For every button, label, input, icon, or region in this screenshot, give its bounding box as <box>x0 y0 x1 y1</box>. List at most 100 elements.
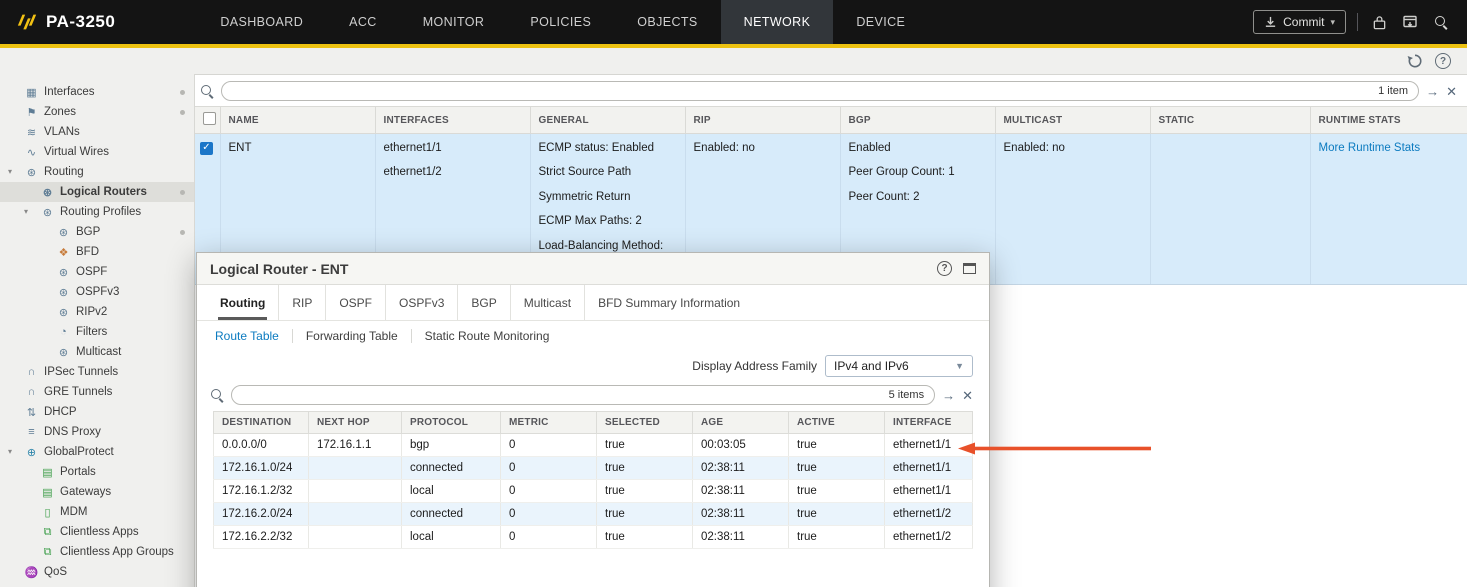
route-column-active[interactable]: ACTIVE <box>789 412 885 434</box>
dialog-tab-bgp[interactable]: BGP <box>457 285 509 320</box>
sidebar-item-label: Portals <box>60 466 96 478</box>
route-row[interactable]: 0.0.0.0/0172.16.1.1bgp0true00:03:05truee… <box>214 434 973 457</box>
column-header-rip[interactable]: RIP <box>685 107 840 134</box>
sidebar-item-virtual-wires[interactable]: ∿Virtual Wires <box>0 142 194 162</box>
column-header-bgp[interactable]: BGP <box>840 107 995 134</box>
dialog-tab-ospf[interactable]: OSPF <box>325 285 385 320</box>
dialog-tab-rip[interactable]: RIP <box>278 285 325 320</box>
route-column-next-hop[interactable]: NEXT HOP <box>309 412 402 434</box>
row-checkbox[interactable]: ✓ <box>200 142 213 155</box>
sidebar-item-label: RIPv2 <box>76 306 107 318</box>
help-icon[interactable]: ? <box>1435 53 1451 69</box>
route-column-protocol[interactable]: PROTOCOL <box>402 412 501 434</box>
config-lock-icon[interactable] <box>1369 12 1389 32</box>
route-column-metric[interactable]: METRIC <box>501 412 597 434</box>
dialog-help-icon[interactable]: ? <box>937 261 952 276</box>
route-table-wrap: DESTINATIONNEXT HOPPROTOCOLMETRICSELECTE… <box>213 411 973 549</box>
sidebar-item-label: Routing <box>44 166 84 178</box>
dialog-tab-multicast[interactable]: Multicast <box>510 285 584 320</box>
apply-filter-icon[interactable]: → <box>942 389 955 402</box>
sidebar-item-clientless-app-groups[interactable]: ⧉Clientless App Groups <box>0 542 194 562</box>
route-cell-interface: ethernet1/1 <box>885 434 973 457</box>
clear-filter-icon[interactable]: ✕ <box>1446 85 1457 98</box>
subtab-forwarding-table[interactable]: Forwarding Table <box>292 329 411 343</box>
route-search-input[interactable]: 5 items <box>231 385 935 405</box>
dialog-tab-ospfv3[interactable]: OSPFv3 <box>385 285 457 320</box>
sidebar-item-ospfv3[interactable]: ⊛OSPFv3 <box>0 282 194 302</box>
column-header-interfaces[interactable]: INTERFACES <box>375 107 530 134</box>
commit-button[interactable]: Commit ▾ <box>1253 10 1346 34</box>
column-header-general[interactable]: GENERAL <box>530 107 685 134</box>
chevron-down-icon[interactable]: ▾ <box>8 167 12 176</box>
sidebar-item-logical-routers[interactable]: ⊛Logical Routers <box>0 182 194 202</box>
nav-device[interactable]: DEVICE <box>833 0 928 44</box>
sidebar-item-interfaces[interactable]: ▦Interfaces <box>0 82 194 102</box>
chevron-down-icon[interactable]: ▾ <box>8 447 12 456</box>
select-all-header[interactable] <box>195 107 220 134</box>
route-column-age[interactable]: AGE <box>693 412 789 434</box>
sidebar-item-vlans[interactable]: ≋VLANs <box>0 122 194 142</box>
sidebar-item-routing-profiles[interactable]: ▾⊛Routing Profiles <box>0 202 194 222</box>
sidebar-item-qos[interactable]: ♒QoS <box>0 562 194 582</box>
nav-monitor[interactable]: MONITOR <box>400 0 508 44</box>
logical-router-dialog: Logical Router - ENT ? RoutingRIPOSPFOSP… <box>196 252 990 587</box>
column-header-runtime-stats[interactable]: RUNTIME STATS <box>1310 107 1467 134</box>
address-family-select[interactable]: IPv4 and IPv6 ▼ <box>825 355 973 377</box>
subtab-route-table[interactable]: Route Table <box>215 329 292 343</box>
nav-policies[interactable]: POLICIES <box>507 0 614 44</box>
palo-alto-logo-icon <box>16 11 38 33</box>
sidebar-item-gateways[interactable]: ▤Gateways <box>0 482 194 502</box>
dialog-tab-bfd-summary-information[interactable]: BFD Summary Information <box>584 285 753 320</box>
column-header-static[interactable]: STATIC <box>1150 107 1310 134</box>
ospfv3-icon: ⊛ <box>56 286 71 299</box>
dialog-header[interactable]: Logical Router - ENT ? <box>197 253 989 285</box>
route-column-interface[interactable]: INTERFACE <box>885 412 973 434</box>
subtab-static-route-monitoring[interactable]: Static Route Monitoring <box>411 329 563 343</box>
sidebar-item-dns-proxy[interactable]: ≡DNS Proxy <box>0 422 194 442</box>
sidebar-item-routing[interactable]: ▾⊛Routing <box>0 162 194 182</box>
sidebar-item-dhcp[interactable]: ⇅DHCP <box>0 402 194 422</box>
more-runtime-stats-link[interactable]: More Runtime Stats <box>1319 142 1421 154</box>
chevron-down-icon[interactable]: ▾ <box>24 207 28 216</box>
sidebar-item-zones[interactable]: ⚑Zones <box>0 102 194 122</box>
sidebar-item-ipsec-tunnels[interactable]: ∩IPSec Tunnels <box>0 362 194 382</box>
search-input[interactable]: 1 item <box>221 81 1419 101</box>
refresh-icon[interactable] <box>1407 53 1423 69</box>
column-header-multicast[interactable]: MULTICAST <box>995 107 1150 134</box>
nav-dashboard[interactable]: DASHBOARD <box>197 0 326 44</box>
apply-filter-icon[interactable]: → <box>1426 85 1439 98</box>
sidebar-item-ripv2[interactable]: ⊛RIPv2 <box>0 302 194 322</box>
route-row[interactable]: 172.16.2.2/32local0true02:38:11trueether… <box>214 526 973 549</box>
route-cell-metric: 0 <box>501 503 597 526</box>
nav-network[interactable]: NETWORK <box>721 0 834 44</box>
sidebar-item-filters[interactable]: ◔Filters <box>0 322 194 342</box>
global-search-icon[interactable] <box>1431 12 1451 32</box>
route-row[interactable]: 172.16.2.0/24connected0true02:38:11truee… <box>214 503 973 526</box>
sidebar-item-bfd[interactable]: ❖BFD <box>0 242 194 262</box>
nav-objects[interactable]: OBJECTS <box>614 0 720 44</box>
sidebar-item-globalprotect[interactable]: ▾⊕GlobalProtect <box>0 442 194 462</box>
sidebar-item-ospf[interactable]: ⊛OSPF <box>0 262 194 282</box>
maximize-icon[interactable] <box>963 263 976 274</box>
route-row[interactable]: 172.16.1.0/24connected0true02:38:11truee… <box>214 457 973 480</box>
sidebar-item-gre-tunnels[interactable]: ∩GRE Tunnels <box>0 382 194 402</box>
clear-filter-icon[interactable]: ✕ <box>962 389 973 402</box>
column-header-name[interactable]: NAME <box>220 107 375 134</box>
route-cell-metric: 0 <box>501 526 597 549</box>
brand: PA-3250 <box>0 11 131 33</box>
sidebar-item-multicast[interactable]: ⊛Multicast <box>0 342 194 362</box>
sidebar: ▦Interfaces⚑Zones≋VLANs∿Virtual Wires▾⊛R… <box>0 74 195 587</box>
route-column-selected[interactable]: SELECTED <box>597 412 693 434</box>
select-all-checkbox[interactable] <box>203 112 216 125</box>
nav-acc[interactable]: ACC <box>326 0 400 44</box>
task-manager-icon[interactable] <box>1400 12 1420 32</box>
sidebar-item-label: Filters <box>76 326 107 338</box>
route-column-destination[interactable]: DESTINATION <box>214 412 309 434</box>
dialog-tab-routing[interactable]: Routing <box>207 285 278 320</box>
sidebar-item-mdm[interactable]: ▯MDM <box>0 502 194 522</box>
route-row[interactable]: 172.16.1.2/32local0true02:38:11trueether… <box>214 480 973 503</box>
route-cell-selected: true <box>597 434 693 457</box>
sidebar-item-clientless-apps[interactable]: ⧉Clientless Apps <box>0 522 194 542</box>
sidebar-item-portals[interactable]: ▤Portals <box>0 462 194 482</box>
sidebar-item-bgp[interactable]: ⊛BGP <box>0 222 194 242</box>
